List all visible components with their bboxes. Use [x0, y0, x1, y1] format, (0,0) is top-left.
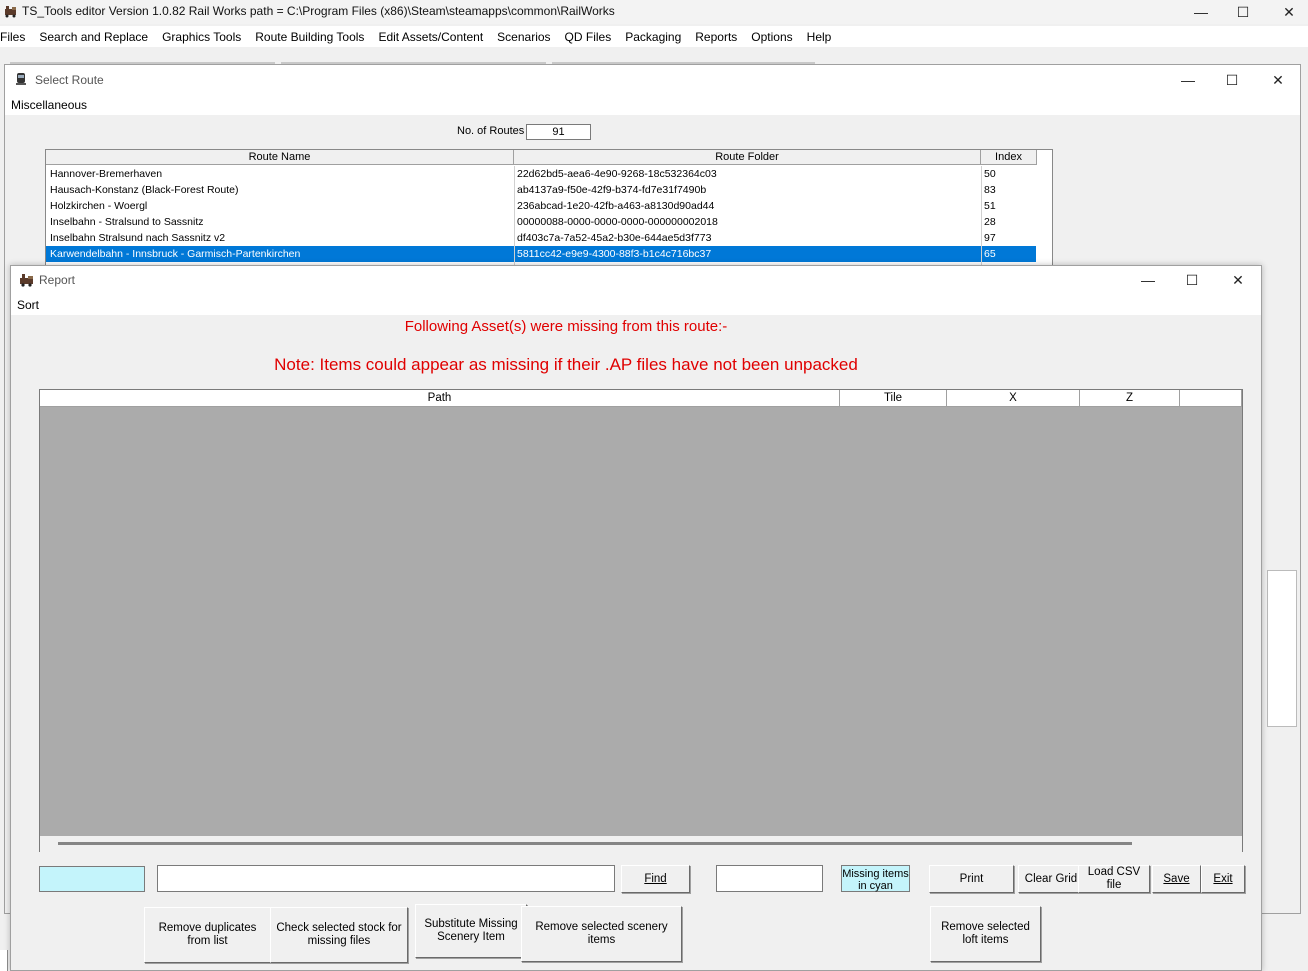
- missing-assets-heading: Following Asset(s) were missing from thi…: [211, 318, 921, 336]
- missing-items-legend: Missing items in cyan: [841, 865, 910, 892]
- route-folder-cell: 236abcad-1e20-42fb-a463-a8130d90ad44: [517, 200, 715, 212]
- route-name-cell: Inselbahn - Stralsund to Sassnitz: [50, 216, 204, 228]
- select-route-title: Select Route: [35, 73, 104, 87]
- column-header-route-folder[interactable]: Route Folder: [514, 150, 981, 165]
- menu-help[interactable]: Help: [800, 30, 839, 44]
- table-row[interactable]: Hannover-Bremerhaven 22d62bd5-aea6-4e90-…: [46, 166, 1036, 182]
- menu-graphics-tools[interactable]: Graphics Tools: [155, 30, 248, 44]
- table-row[interactable]: Inselbahn - Stralsund to Sassnitz 000000…: [46, 214, 1036, 230]
- menu-route-building-tools[interactable]: Route Building Tools: [248, 30, 371, 44]
- route-name-cell: Karwendelbahn - Innsbruck - Garmisch-Par…: [50, 248, 301, 260]
- maximize-button[interactable]: ☐: [1169, 268, 1215, 292]
- column-divider: [981, 166, 982, 268]
- minimize-button[interactable]: —: [1178, 0, 1224, 24]
- route-index-cell: 83: [984, 184, 996, 196]
- route-folder-cell: 00000088-0000-0000-0000-000000002018: [517, 216, 718, 228]
- clear-grid-button[interactable]: Clear Grid: [1018, 865, 1084, 893]
- menu-options[interactable]: Options: [744, 30, 799, 44]
- load-csv-button[interactable]: Load CSV file: [1078, 865, 1150, 893]
- menu-qd-files[interactable]: QD Files: [558, 30, 619, 44]
- scrollbar-thumb[interactable]: [58, 842, 1132, 845]
- close-button[interactable]: ✕: [1266, 0, 1308, 24]
- route-index-cell: 97: [984, 232, 996, 244]
- column-divider: [514, 166, 515, 268]
- table-row-selected[interactable]: Karwendelbahn - Innsbruck - Garmisch-Par…: [46, 246, 1036, 262]
- column-header-index[interactable]: Index: [981, 150, 1037, 165]
- menu-scenarios[interactable]: Scenarios: [490, 30, 557, 44]
- selected-item-indicator: [39, 866, 145, 892]
- close-button[interactable]: ✕: [1255, 68, 1301, 92]
- column-header-z[interactable]: Z: [1080, 390, 1180, 407]
- table-row[interactable]: Hausach-Konstanz (Black-Forest Route) ab…: [46, 182, 1036, 198]
- close-button[interactable]: ✕: [1215, 268, 1261, 292]
- train-app-icon: [16, 73, 26, 85]
- remove-scenery-button[interactable]: Remove selected scenery items: [521, 906, 682, 962]
- report-title: Report: [39, 273, 76, 287]
- search-input[interactable]: [157, 865, 615, 892]
- find-button[interactable]: Find: [621, 865, 690, 893]
- substitute-scenery-button[interactable]: Substitute Missing Scenery Item: [415, 904, 527, 958]
- select-route-menu-bar: Miscellaneous: [5, 95, 1300, 115]
- check-stock-button[interactable]: Check selected stock for missing files: [270, 907, 408, 963]
- find-button-label: Find: [644, 872, 667, 885]
- column-header-blank: [1180, 390, 1242, 407]
- route-folder-cell: ab4137a9-f50e-42f9-b374-fd7e31f7490b: [517, 184, 707, 196]
- column-header-tile[interactable]: Tile: [840, 390, 947, 407]
- route-name-cell: Holzkirchen - Woergl: [50, 200, 148, 212]
- train-app-icon: [20, 274, 33, 287]
- menu-packaging[interactable]: Packaging: [618, 30, 688, 44]
- background-window-edge: [0, 950, 8, 971]
- route-folder-cell: 22d62bd5-aea6-4e90-9268-18c532364c03: [517, 168, 717, 180]
- remove-duplicates-button[interactable]: Remove duplicates from list: [144, 907, 271, 963]
- route-name-cell: Inselbahn Stralsund nach Sassnitz v2: [50, 232, 226, 244]
- route-folder-cell: df403c7a-7a52-45a2-b30e-644ae5d3f773: [517, 232, 712, 244]
- select-route-title-bar: Select Route — ☐ ✕: [5, 65, 1300, 95]
- column-header-route-name[interactable]: Route Name: [46, 150, 514, 165]
- menu-files[interactable]: Files: [0, 30, 32, 44]
- route-index-cell: 51: [984, 200, 996, 212]
- report-menu-bar: Sort: [11, 294, 1261, 315]
- route-index-cell: 28: [984, 216, 996, 228]
- report-window: Report — ☐ ✕ Sort Following Asset(s) wer…: [10, 265, 1262, 971]
- menu-reports[interactable]: Reports: [688, 30, 744, 44]
- menu-sort[interactable]: Sort: [17, 298, 39, 312]
- horizontal-scrollbar[interactable]: [40, 836, 1242, 852]
- route-side-panel: [1267, 570, 1297, 727]
- minimize-button[interactable]: —: [1125, 268, 1171, 292]
- train-app-icon: [5, 6, 16, 18]
- count-field[interactable]: [716, 865, 823, 892]
- maximize-button[interactable]: ☐: [1220, 0, 1266, 24]
- column-header-path[interactable]: Path: [40, 390, 840, 407]
- remove-loft-button[interactable]: Remove selected loft items: [930, 906, 1041, 962]
- minimize-button[interactable]: —: [1165, 68, 1211, 92]
- report-title-bar: Report — ☐ ✕: [11, 266, 1261, 294]
- table-row[interactable]: Inselbahn Stralsund nach Sassnitz v2 df4…: [46, 230, 1036, 246]
- missing-assets-grid[interactable]: Path Tile X Z: [39, 389, 1243, 852]
- print-button[interactable]: Print: [929, 865, 1014, 893]
- route-index-cell: 50: [984, 168, 996, 180]
- menu-miscellaneous[interactable]: Miscellaneous: [11, 98, 87, 112]
- maximize-button[interactable]: ☐: [1209, 68, 1255, 92]
- exit-button-label: Exit: [1213, 872, 1233, 885]
- save-button[interactable]: Save: [1152, 865, 1201, 893]
- table-row[interactable]: Holzkirchen - Woergl 236abcad-1e20-42fb-…: [46, 198, 1036, 214]
- column-header-x[interactable]: X: [947, 390, 1080, 407]
- save-button-label: Save: [1163, 872, 1190, 885]
- menu-edit-assets[interactable]: Edit Assets/Content: [371, 30, 490, 44]
- unpack-note: Note: Items could appear as missing if t…: [274, 355, 858, 374]
- main-menu-bar: Files Search and Replace Graphics Tools …: [0, 26, 1308, 47]
- route-index-cell: 65: [984, 248, 996, 260]
- no-of-routes-label: No. of Routes: [457, 125, 525, 137]
- route-name-cell: Hausach-Konstanz (Black-Forest Route): [50, 184, 239, 196]
- exit-button[interactable]: Exit: [1201, 865, 1245, 893]
- main-title-bar: TS_Tools editor Version 1.0.82 Rail Work…: [0, 0, 1308, 24]
- main-window-title: TS_Tools editor Version 1.0.82 Rail Work…: [22, 4, 615, 18]
- route-folder-cell: 5811cc42-e9e9-4300-88f3-b1c4c716bc37: [517, 248, 712, 260]
- menu-search-replace[interactable]: Search and Replace: [32, 30, 155, 44]
- no-of-routes-field: 91: [526, 124, 591, 140]
- route-name-cell: Hannover-Bremerhaven: [50, 168, 163, 180]
- route-table[interactable]: Route Name Route Folder Index Hannover-B…: [45, 149, 1053, 269]
